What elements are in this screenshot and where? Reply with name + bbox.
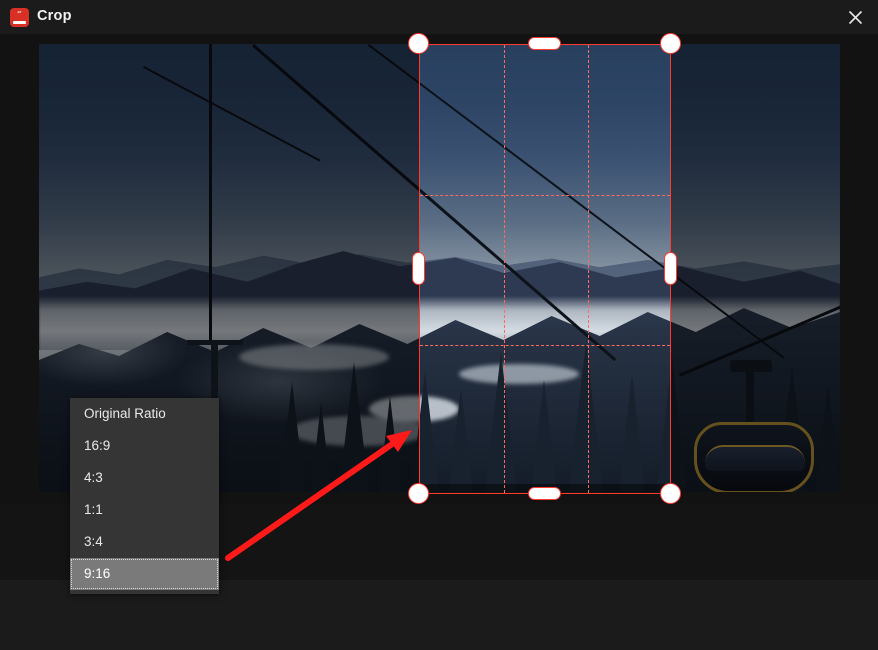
ratio-option-4-3[interactable]: 4:3 bbox=[70, 462, 219, 494]
crop-dialog: ˝ Crop Original Ratio 16:9 4:3 1:1 3:4 9… bbox=[0, 0, 878, 650]
dim-overlay-right bbox=[671, 44, 840, 492]
app-logo-bar bbox=[13, 21, 26, 24]
crop-handle-top-left[interactable] bbox=[408, 33, 429, 54]
ratio-option-original[interactable]: Original Ratio bbox=[70, 398, 219, 430]
crop-handle-bottom-center[interactable] bbox=[528, 487, 561, 500]
ratio-option-3-4[interactable]: 3:4 bbox=[70, 526, 219, 558]
ratio-option-1-1[interactable]: 1:1 bbox=[70, 494, 219, 526]
app-logo-icon: ˝ bbox=[10, 8, 29, 27]
crop-handle-top-right[interactable] bbox=[660, 33, 681, 54]
snow-patch bbox=[459, 364, 579, 384]
crop-handle-middle-right[interactable] bbox=[664, 252, 677, 285]
crop-handle-middle-left[interactable] bbox=[412, 252, 425, 285]
ratio-option-16-9[interactable]: 16:9 bbox=[70, 430, 219, 462]
crop-handle-top-center[interactable] bbox=[528, 37, 561, 50]
page-title: Crop bbox=[37, 8, 72, 24]
ratio-option-9-16[interactable]: 9:16 bbox=[70, 558, 219, 590]
crop-handle-bottom-left[interactable] bbox=[408, 483, 429, 504]
close-icon[interactable] bbox=[832, 0, 878, 34]
title-bar: ˝ Crop bbox=[0, 0, 878, 34]
ratio-dropdown-list[interactable]: Original Ratio 16:9 4:3 1:1 3:4 9:16 bbox=[70, 398, 219, 594]
crop-handle-bottom-right[interactable] bbox=[660, 483, 681, 504]
